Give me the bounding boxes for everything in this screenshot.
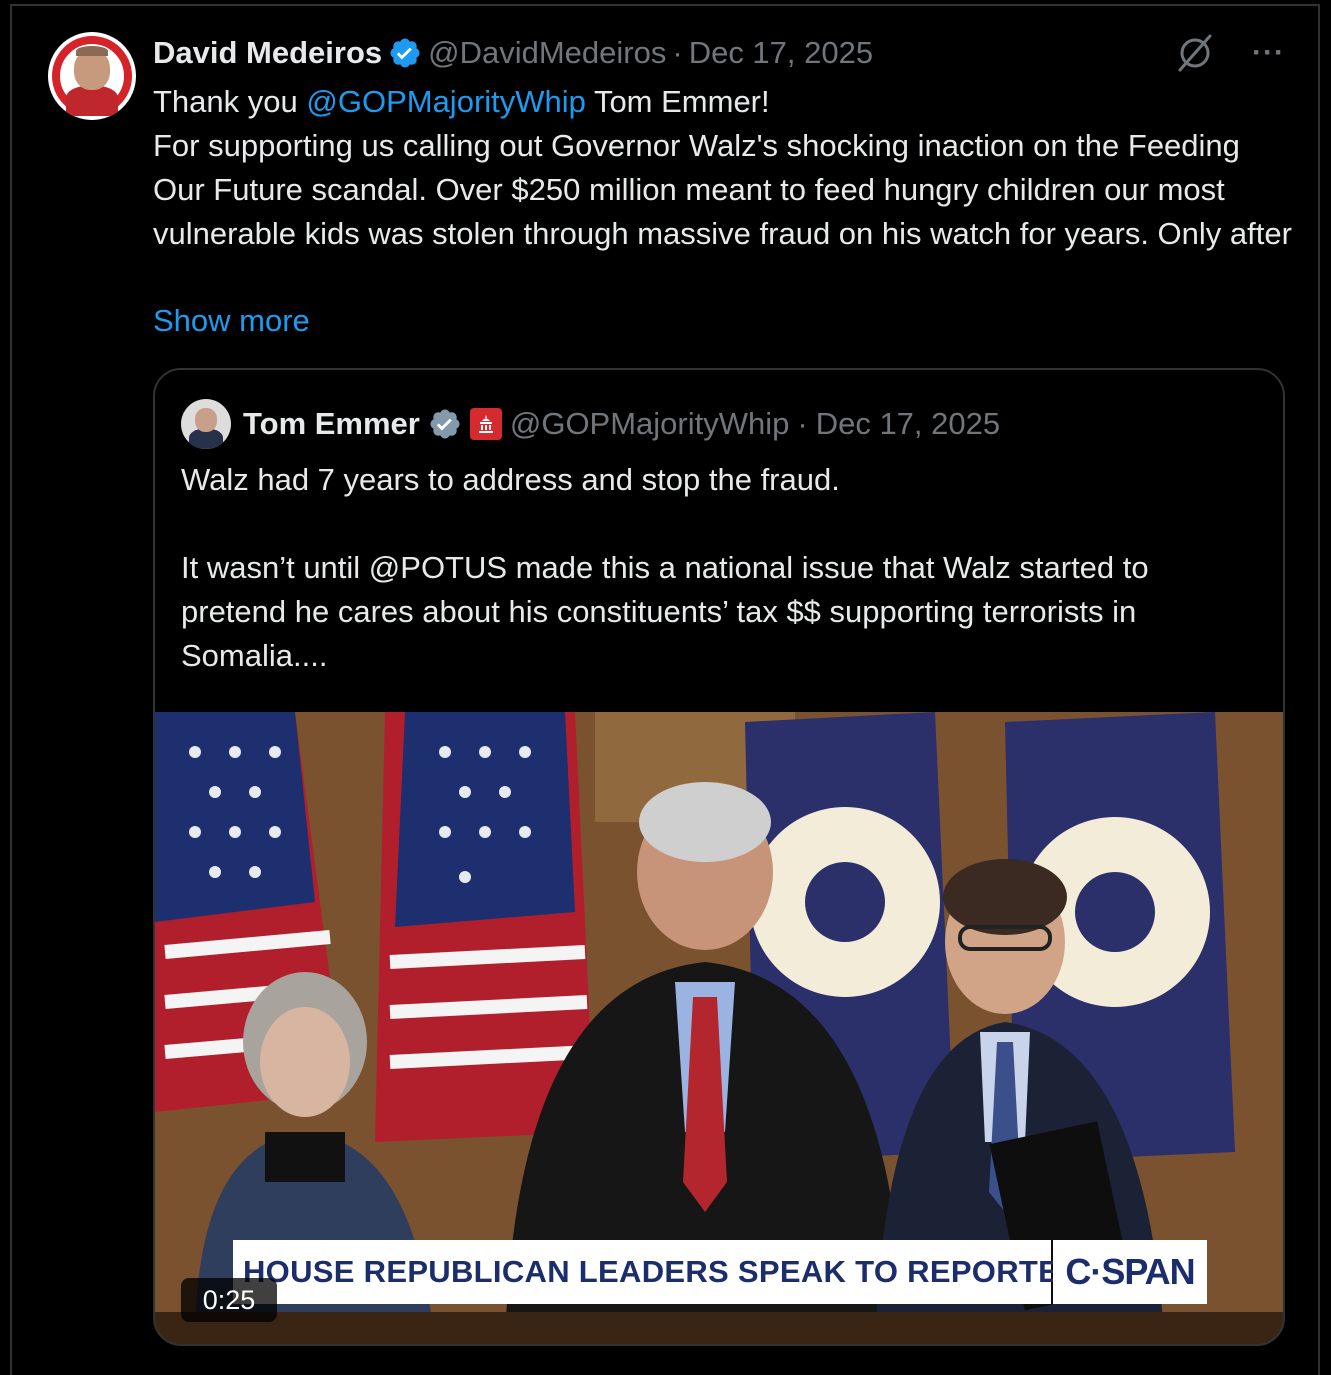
avatar[interactable] xyxy=(48,32,136,120)
more-icon[interactable]: ··· xyxy=(1252,32,1285,74)
text-prefix: Thank you xyxy=(153,84,307,119)
quote-header: Tom Emmer @GOPMajorityWhip · Dec 17, 202… xyxy=(181,399,1000,449)
video-duration: 0:25 xyxy=(181,1278,277,1322)
avatar-hair xyxy=(76,46,108,56)
quote-text: Walz had 7 years to address and stop the… xyxy=(181,462,1149,673)
quote-avatar[interactable] xyxy=(181,399,231,449)
tweet-actions-top: ··· xyxy=(1174,32,1285,74)
quote-date[interactable]: Dec 17, 2025 xyxy=(816,406,1000,442)
tweet-body: For supporting us calling out Governor W… xyxy=(153,128,1292,251)
grok-icon[interactable] xyxy=(1174,32,1216,74)
verified-badge-icon[interactable] xyxy=(388,36,422,70)
quote-author-handle[interactable]: @GOPMajorityWhip xyxy=(510,406,790,442)
quoted-tweet[interactable]: Tom Emmer @GOPMajorityWhip · Dec 17, 202… xyxy=(153,368,1285,1346)
avatar-shirt xyxy=(66,86,118,116)
chyron-text: HOUSE REPUBLICAN LEADERS SPEAK TO REPORT… xyxy=(243,1254,1103,1289)
capitol-icon[interactable] xyxy=(469,408,502,440)
tweet-header: David Medeiros @DavidMedeiros · Dec 17, … xyxy=(153,32,873,74)
avatar-face xyxy=(74,50,110,90)
separator: · xyxy=(672,35,683,70)
video-chyron: HOUSE REPUBLICAN LEADERS SPEAK TO REPORT… xyxy=(233,1240,1102,1304)
quote-avatar-suit xyxy=(189,429,223,449)
quote-avatar-face xyxy=(195,408,217,432)
author-handle[interactable]: @DavidMedeiros xyxy=(428,35,666,71)
author-name[interactable]: David Medeiros xyxy=(153,35,382,71)
tweet-date[interactable]: Dec 17, 2025 xyxy=(689,35,873,71)
tweet-text: Thank you @GOPMajorityWhip Tom Emmer! For… xyxy=(153,80,1293,256)
show-more-link[interactable]: Show more xyxy=(153,299,310,343)
text-after-mention: Tom Emmer! xyxy=(585,84,770,119)
quote-author-name[interactable]: Tom Emmer xyxy=(243,406,420,442)
mention-link[interactable]: @GOPMajorityWhip xyxy=(306,84,586,119)
verified-badge-icon[interactable] xyxy=(428,407,462,441)
separator: · xyxy=(797,406,808,441)
network-logo: C·SPAN xyxy=(1053,1240,1207,1304)
network-logo-text: C·SPAN xyxy=(1065,1251,1195,1292)
video-player[interactable]: HOUSE REPUBLICAN LEADERS SPEAK TO REPORT… xyxy=(155,712,1283,1344)
